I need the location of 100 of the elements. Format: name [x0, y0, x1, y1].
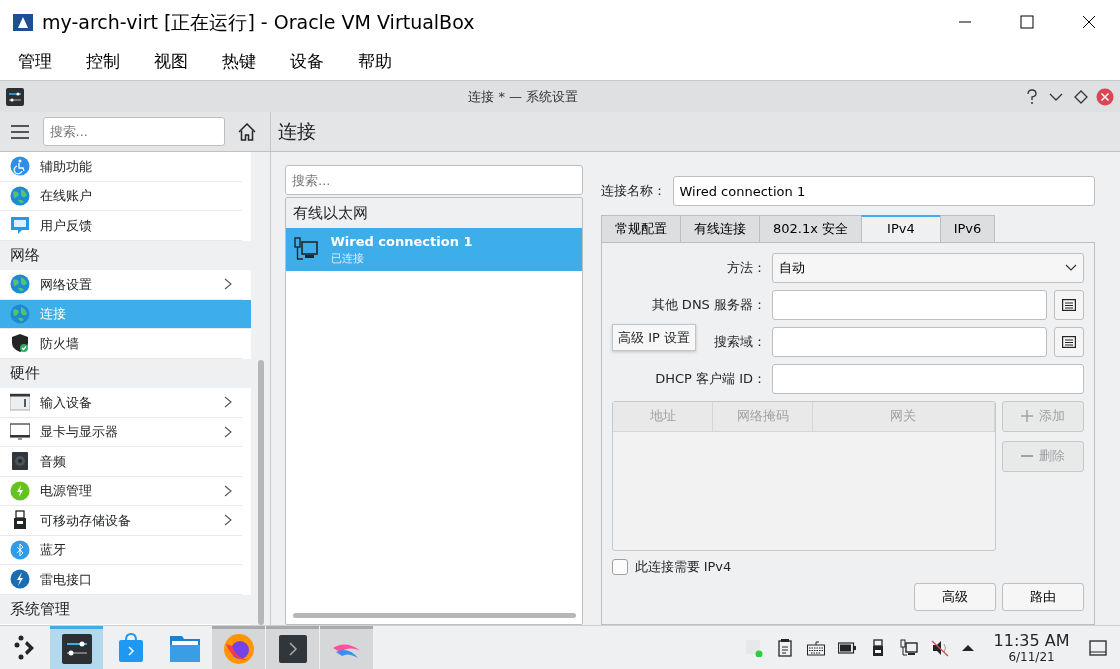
- connection-status: 已连接: [330, 251, 365, 267]
- sidebar-item[interactable]: 蓝牙: [0, 535, 242, 565]
- dialog-button[interactable]: 路由: [1002, 583, 1084, 611]
- clock-time: 11:35 AM: [993, 631, 1070, 650]
- section-header: 网络: [10, 245, 40, 266]
- column-header: 地址: [613, 401, 713, 432]
- muted-speaker-icon: [931, 638, 950, 657]
- edit-list-button[interactable]: [1054, 326, 1084, 357]
- tooltip: 高级 IP 设置: [612, 323, 696, 351]
- field-label: 连接名称：: [601, 182, 666, 201]
- sidebar-item[interactable]: 在线账户: [0, 181, 242, 211]
- field-label: 其他 DNS 服务器：: [651, 296, 766, 312]
- connection-name-field[interactable]: Wired connection 1: [672, 176, 1095, 206]
- sliders-icon: [59, 632, 94, 666]
- settings-app-icon: [6, 87, 24, 106]
- column-header: 网络掩码: [713, 401, 813, 432]
- tray-button[interactable]: [776, 638, 795, 657]
- scrollbar-thumb[interactable]: [258, 360, 264, 625]
- tab[interactable]: 有线连接: [680, 214, 760, 243]
- tab[interactable]: 常规配置: [601, 214, 681, 243]
- field-label: 搜索域：: [714, 333, 766, 349]
- shield-icon: [10, 333, 30, 354]
- menu-item[interactable]: 控制: [76, 49, 130, 75]
- tab[interactable]: 802.1x 安全: [759, 214, 863, 243]
- sidebar-item[interactable]: 雷电接口: [0, 565, 242, 595]
- tray-button[interactable]: [931, 638, 950, 657]
- sidebar-item[interactable]: 可移动存储设备: [0, 506, 242, 536]
- home-icon: [237, 122, 256, 141]
- tray-button[interactable]: [807, 638, 826, 657]
- taskbar-app[interactable]: [50, 625, 103, 669]
- section-header: 硬件: [10, 363, 40, 384]
- menu-item[interactable]: 管理: [8, 49, 62, 75]
- close-icon: [1082, 15, 1096, 29]
- close-button[interactable]: [1096, 87, 1114, 106]
- menu-item[interactable]: 视图: [144, 49, 198, 75]
- list-icon: [1062, 335, 1076, 348]
- text-field[interactable]: [772, 363, 1084, 394]
- method-dropdown[interactable]: 自动: [772, 252, 1084, 283]
- window-title: my-arch-virt [正在运行] - Oracle VM VirtualBox: [42, 9, 476, 35]
- clipboard-icon: [776, 638, 795, 657]
- menu-item[interactable]: 帮助: [348, 49, 402, 75]
- close-icon: [1096, 87, 1114, 106]
- sidebar-item[interactable]: 音频: [0, 447, 242, 477]
- keyboard-icon: [807, 638, 826, 657]
- edit-list-button[interactable]: [1054, 289, 1084, 320]
- search-field[interactable]: 搜索...: [285, 165, 583, 195]
- scrollbar-thumb[interactable]: [292, 612, 576, 618]
- desktop-icon: [1089, 638, 1107, 657]
- chevron-down-icon: [1065, 263, 1077, 272]
- sidebar-item[interactable]: 辅助功能: [0, 152, 242, 182]
- search-field[interactable]: 搜索...: [42, 117, 225, 146]
- keyboard-icon: [10, 392, 30, 413]
- sidebar-item[interactable]: 显卡与显示器: [0, 417, 242, 447]
- window-title: 连接 * — 系统设置: [467, 87, 580, 106]
- connection-name: Wired connection 1: [330, 232, 473, 251]
- wheelchair-icon: [10, 156, 30, 177]
- monitor-icon: [10, 421, 30, 442]
- checkbox-label: 此连接需要 IPv4: [634, 558, 732, 576]
- menu-item[interactable]: 热键: [212, 49, 266, 75]
- page-title: 连接: [277, 119, 316, 145]
- column-header: 网关: [813, 401, 995, 432]
- tab[interactable]: IPv6: [939, 214, 996, 243]
- taskbar-app[interactable]: [266, 625, 319, 669]
- sidebar-item[interactable]: 电源管理: [0, 476, 242, 506]
- group-header: 有线以太网: [292, 202, 368, 224]
- field-label: 方法：: [727, 259, 766, 275]
- plus-icon: [1021, 410, 1033, 422]
- lightning-icon: [10, 569, 30, 590]
- tray-button[interactable]: [900, 638, 919, 657]
- wired-computer-icon: [292, 236, 319, 263]
- text-field[interactable]: [772, 289, 1047, 320]
- maximize-icon: [1020, 15, 1034, 29]
- network-status-icon: [745, 638, 764, 657]
- vm-window-icon: [12, 11, 34, 33]
- dialog-button[interactable]: 高级: [913, 583, 996, 611]
- bluetooth-icon: [10, 539, 30, 560]
- text-field[interactable]: [772, 326, 1047, 357]
- globe-icon: [10, 274, 30, 295]
- sidebar-item[interactable]: 输入设备: [0, 388, 242, 418]
- list-icon: [1062, 298, 1076, 311]
- section-header: 系统管理: [10, 599, 70, 620]
- sidebar-item[interactable]: 网络设置: [0, 270, 242, 300]
- menu-icon: [11, 124, 30, 139]
- tray-button[interactable]: [962, 644, 975, 651]
- globe-icon: [10, 303, 30, 324]
- checkbox[interactable]: [612, 558, 628, 575]
- wired-computer-icon: [900, 638, 919, 657]
- show-desktop-button[interactable]: [1089, 638, 1107, 657]
- speaker-icon: [10, 451, 30, 472]
- globe-icon: [10, 185, 30, 206]
- sidebar-item[interactable]: 用户反馈: [0, 211, 242, 241]
- clock-date: 6/11/21: [1007, 649, 1056, 664]
- speech-bubble-icon: [10, 215, 30, 236]
- sidebar-item[interactable]: 防火墙: [0, 329, 242, 359]
- up-arrow-icon: [962, 644, 975, 651]
- taskbar-app[interactable]: [212, 625, 265, 669]
- field-label: DHCP 客户端 ID：: [655, 370, 766, 386]
- fox-globe-icon: [221, 632, 256, 666]
- lightning-icon: [10, 480, 30, 501]
- menu-item[interactable]: 设备: [280, 49, 334, 75]
